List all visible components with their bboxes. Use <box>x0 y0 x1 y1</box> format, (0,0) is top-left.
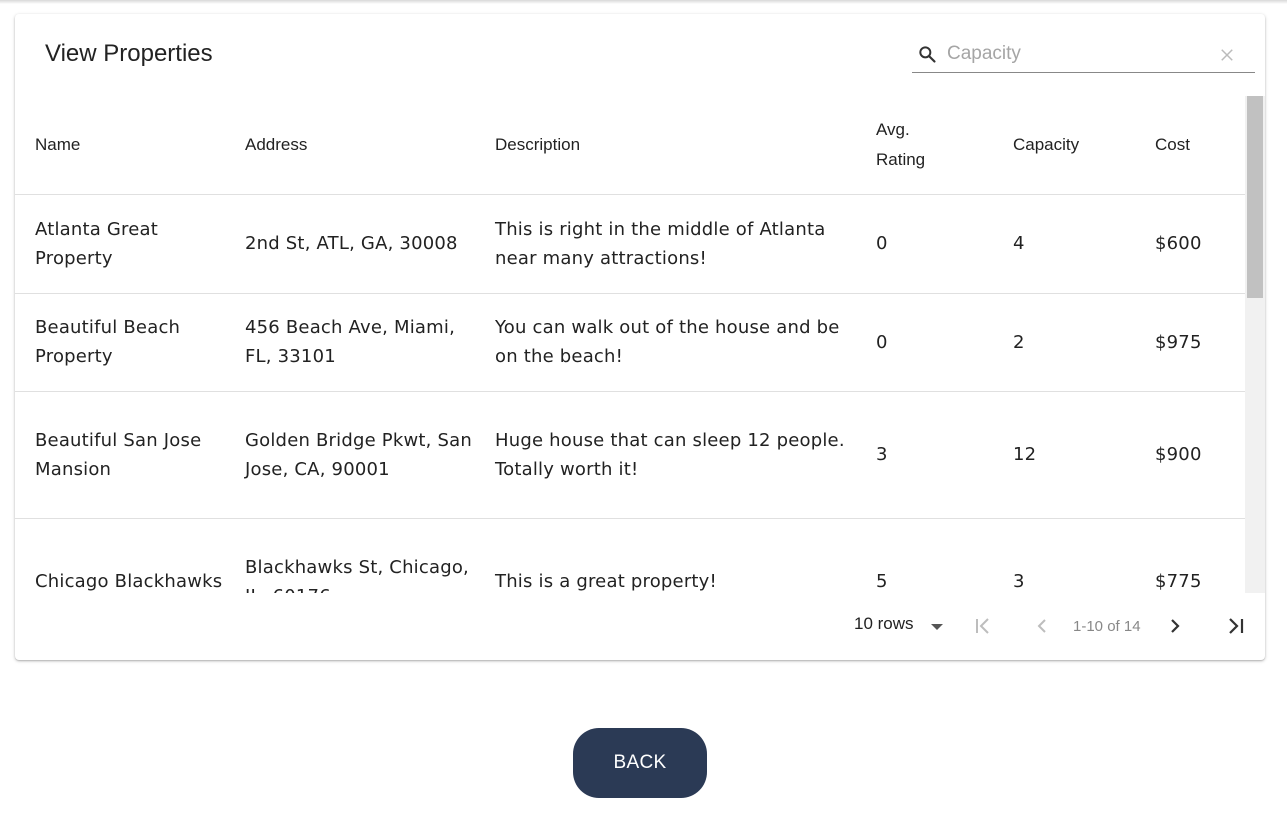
cell-rating: 0 <box>856 194 993 294</box>
page-range-label: 1-10 of 14 <box>1073 618 1141 635</box>
table-row[interactable]: Beautiful San Jose Mansion Golden Bridge… <box>15 391 1245 519</box>
pagination-bar: 10 rows 1-10 of 14 <box>15 604 1265 649</box>
cell-address: Blackhawks St, Chicago, IL, 60176 <box>225 518 475 593</box>
search-input[interactable] <box>947 40 1217 68</box>
cell-capacity: 3 <box>993 518 1135 593</box>
table-row[interactable]: Chicago Blackhawks Blackhawks St, Chicag… <box>15 518 1245 593</box>
search-icon <box>919 46 936 63</box>
next-page-icon[interactable] <box>1163 614 1187 638</box>
cell-address: Golden Bridge Pkwt, San Jose, CA, 90001 <box>225 391 475 519</box>
column-header-rating[interactable]: Avg. Rating <box>856 96 993 195</box>
table-toolbar: View Properties <box>15 14 1265 94</box>
cell-address: 456 Beach Ave, Miami, FL, 33101 <box>225 293 475 392</box>
rows-per-page-select[interactable]: 10 rows <box>854 614 914 634</box>
properties-table: Name Address Description Avg. Rating Cap… <box>15 96 1245 593</box>
first-page-icon[interactable] <box>971 614 995 638</box>
search-field <box>912 38 1255 73</box>
cell-capacity: 2 <box>993 293 1135 392</box>
properties-table-container[interactable]: Name Address Description Avg. Rating Cap… <box>15 96 1245 593</box>
column-header-address[interactable]: Address <box>225 96 475 195</box>
cell-rating: 0 <box>856 293 993 392</box>
cell-name: Chicago Blackhawks <box>15 518 225 593</box>
back-button[interactable]: BACK <box>573 728 707 798</box>
cell-capacity: 12 <box>993 391 1135 519</box>
cell-name: Atlanta Great Property <box>15 194 225 294</box>
cell-name: Beautiful Beach Property <box>15 293 225 392</box>
cell-cost: $600 <box>1135 194 1245 294</box>
column-header-rating-line1: Avg. <box>876 119 910 139</box>
app-bar-shadow <box>0 0 1287 4</box>
column-header-description[interactable]: Description <box>475 96 856 195</box>
page-title: View Properties <box>45 40 213 67</box>
cell-cost: $975 <box>1135 293 1245 392</box>
cell-description: Huge house that can sleep 12 people. Tot… <box>475 391 856 519</box>
cell-description: This is a great property! <box>475 518 856 593</box>
column-header-name[interactable]: Name <box>15 96 225 195</box>
table-scrollbar-thumb[interactable] <box>1247 96 1263 298</box>
column-header-cost[interactable]: Cost <box>1135 96 1245 195</box>
last-page-icon[interactable] <box>1223 614 1247 638</box>
cell-rating: 3 <box>856 391 993 519</box>
cell-capacity: 4 <box>993 194 1135 294</box>
cell-cost: $775 <box>1135 518 1245 593</box>
previous-page-icon[interactable] <box>1030 614 1054 638</box>
chevron-down-icon[interactable] <box>931 624 943 630</box>
properties-card: View Properties Name Address <box>15 14 1265 660</box>
column-header-rating-line2: Rating <box>876 149 926 169</box>
cell-cost: $900 <box>1135 391 1245 519</box>
cell-description: You can walk out of the house and be on … <box>475 293 856 392</box>
table-header-row: Name Address Description Avg. Rating Cap… <box>15 96 1245 195</box>
cell-address: 2nd St, ATL, GA, 30008 <box>225 194 475 294</box>
table-row[interactable]: Beautiful Beach Property 456 Beach Ave, … <box>15 293 1245 392</box>
close-icon[interactable] <box>1218 46 1236 64</box>
cell-rating: 5 <box>856 518 993 593</box>
cell-name: Beautiful San Jose Mansion <box>15 391 225 519</box>
table-row[interactable]: Atlanta Great Property 2nd St, ATL, GA, … <box>15 194 1245 294</box>
column-header-capacity[interactable]: Capacity <box>993 96 1135 195</box>
cell-description: This is right in the middle of Atlanta n… <box>475 194 856 294</box>
